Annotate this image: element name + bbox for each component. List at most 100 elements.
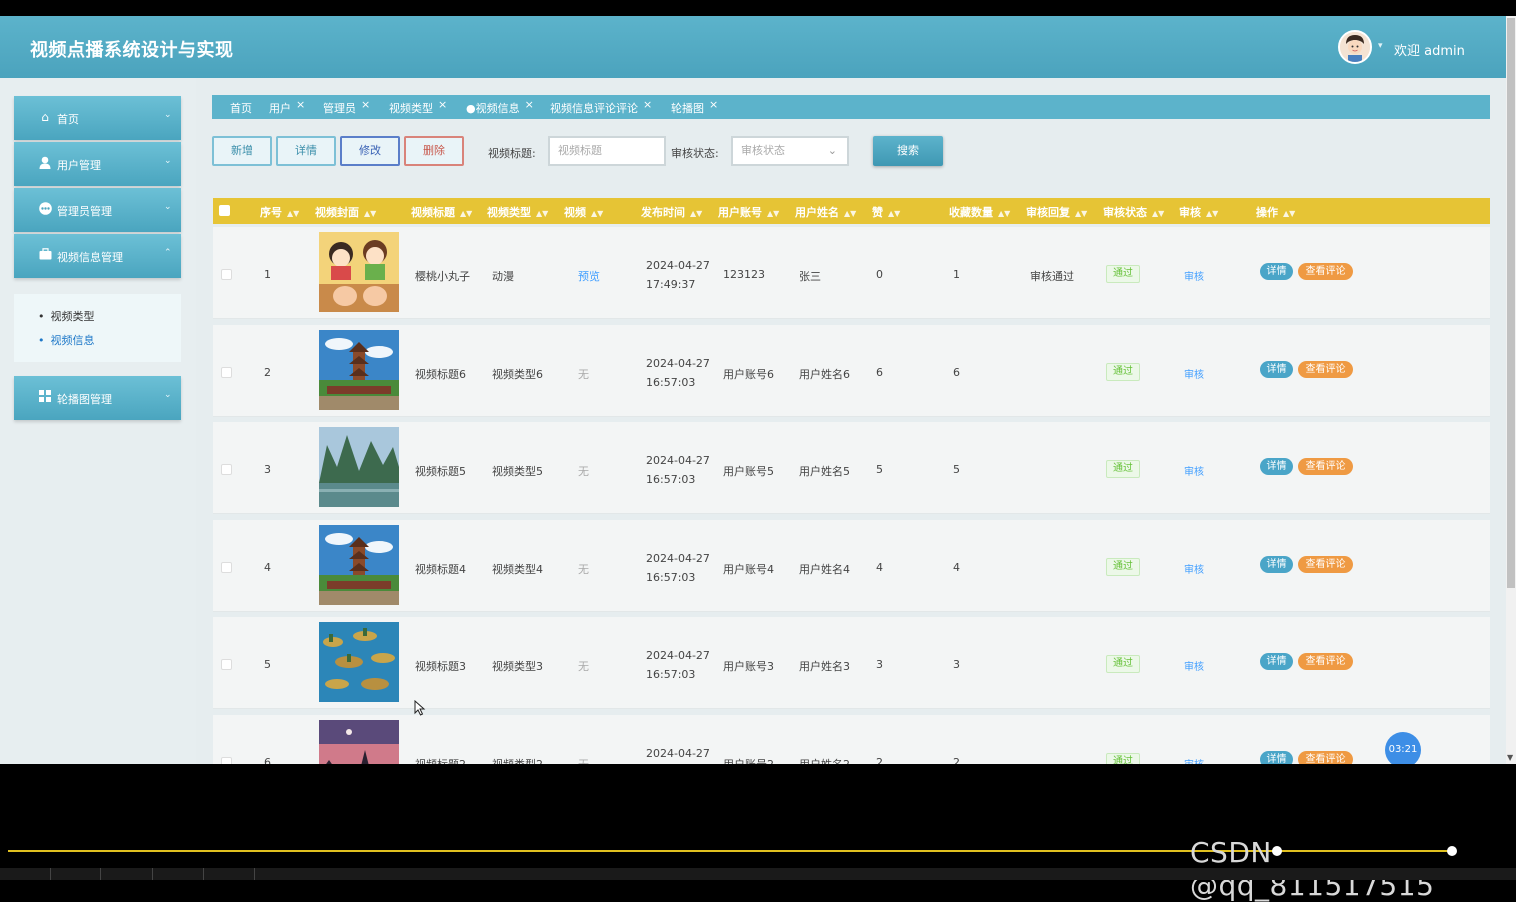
col-header[interactable]: 审核状态 ▲▼ — [1103, 204, 1164, 220]
col-header[interactable]: 视频类型 ▲▼ — [487, 204, 548, 220]
sort-icon[interactable]: ▲▼ — [1152, 209, 1164, 218]
row-detail-button[interactable]: 详情 — [1260, 751, 1293, 764]
sidebar-item-admin[interactable]: 管理员管理 ⌄ — [14, 188, 181, 232]
video-cover-image[interactable] — [319, 720, 399, 764]
sort-icon[interactable]: ▲▼ — [1283, 209, 1295, 218]
select-all-checkbox[interactable] — [219, 205, 230, 216]
close-icon[interactable]: × — [296, 98, 305, 111]
audit-link[interactable]: 审核 — [1184, 463, 1204, 478]
col-header[interactable]: 用户账号 ▲▼ — [718, 204, 779, 220]
col-header[interactable]: 操作 ▲▼ — [1256, 204, 1295, 220]
submenu-item-video-type[interactable]: 视频类型 — [38, 308, 95, 324]
scroll-down-icon[interactable]: ▼ — [1507, 753, 1513, 762]
row-detail-button[interactable]: 详情 — [1260, 458, 1293, 475]
table-row[interactable]: 1 樱桃小丸子 动漫 预览 2024-04-27 17:49:37 123123… — [213, 227, 1490, 319]
row-checkbox[interactable] — [221, 757, 232, 764]
sort-icon[interactable]: ▲▼ — [767, 209, 779, 218]
col-header[interactable]: 发布时间 ▲▼ — [641, 204, 702, 220]
scrollbar-thumb[interactable] — [1507, 18, 1515, 588]
col-header[interactable]: 视频标题 ▲▼ — [411, 204, 472, 220]
row-checkbox[interactable] — [221, 562, 232, 573]
close-icon[interactable]: × — [361, 98, 370, 111]
status-select[interactable]: 审核状态 ⌄ — [731, 136, 849, 166]
sidebar-item-home[interactable]: ⌂ 首页 ⌄ — [14, 96, 181, 140]
sort-icon[interactable]: ▲▼ — [998, 209, 1010, 218]
tab-video-info[interactable]: ●视频信息 × — [466, 98, 534, 116]
tab-user[interactable]: 用户 × — [269, 98, 305, 116]
audit-link[interactable]: 审核 — [1184, 561, 1204, 576]
sort-icon[interactable]: ▲▼ — [1075, 209, 1087, 218]
sidebar-item-video-info[interactable]: 视频信息管理 ⌃ — [14, 234, 181, 278]
audit-link[interactable]: 审核 — [1184, 366, 1204, 381]
row-checkbox[interactable] — [221, 659, 232, 670]
row-detail-button[interactable]: 详情 — [1260, 556, 1293, 573]
tab-video-type[interactable]: 视频类型 × — [389, 98, 447, 116]
audit-link[interactable]: 审核 — [1184, 268, 1204, 283]
row-detail-button[interactable]: 详情 — [1260, 263, 1293, 280]
video-cover-image[interactable] — [319, 525, 399, 605]
row-detail-button[interactable]: 详情 — [1260, 361, 1293, 378]
video-cover-image[interactable] — [319, 232, 399, 312]
sort-icon[interactable]: ▲▼ — [690, 209, 702, 218]
view-comments-button[interactable]: 查看评论 — [1298, 751, 1353, 764]
video-cover-image[interactable] — [319, 427, 399, 507]
sort-icon[interactable]: ▲▼ — [888, 209, 900, 218]
sort-icon[interactable]: ▲▼ — [287, 209, 299, 218]
row-checkbox[interactable] — [221, 367, 232, 378]
detail-button[interactable]: 详情 — [276, 136, 336, 166]
view-comments-button[interactable]: 查看评论 — [1298, 263, 1353, 280]
video-cover-image[interactable] — [319, 330, 399, 410]
col-header[interactable]: 收藏数量 ▲▼ — [949, 204, 1010, 220]
col-header[interactable]: 序号 ▲▼ — [260, 204, 299, 220]
tab-video-comment[interactable]: 视频信息评论评论 × — [550, 98, 652, 116]
row-detail-button[interactable]: 详情 — [1260, 653, 1293, 670]
table-row[interactable]: 3 视频标题5 视频类型5 无 2024-04-27 16:57:03 用户账号… — [213, 422, 1490, 514]
sidebar-item-user[interactable]: 用户管理 ⌄ — [14, 142, 181, 186]
col-header[interactable]: 审核回复 ▲▼ — [1026, 204, 1087, 220]
col-header[interactable]: 赞 ▲▼ — [872, 204, 900, 220]
col-header[interactable]: 审核 ▲▼ — [1179, 204, 1218, 220]
vertical-scrollbar[interactable]: ▼ — [1506, 16, 1516, 764]
delete-button[interactable]: 删除 — [404, 136, 464, 166]
col-header[interactable]: 视频 ▲▼ — [564, 204, 603, 220]
sort-icon[interactable]: ▲▼ — [536, 209, 548, 218]
add-button[interactable]: 新增 — [212, 136, 272, 166]
view-comments-button[interactable]: 查看评论 — [1298, 653, 1353, 670]
close-icon[interactable]: × — [643, 98, 652, 111]
table-row[interactable]: 5 视频标题3 视频类型3 无 2024-04-27 16:57:03 用户账号… — [213, 617, 1490, 709]
tab-carousel[interactable]: 轮播图 × — [671, 98, 718, 116]
submenu-item-video-info[interactable]: 视频信息 — [38, 332, 95, 348]
edit-button[interactable]: 修改 — [340, 136, 400, 166]
tab-admin[interactable]: 管理员 × — [323, 98, 370, 116]
sort-icon[interactable]: ▲▼ — [844, 209, 856, 218]
user-avatar[interactable] — [1338, 30, 1372, 64]
search-button[interactable]: 搜索 — [873, 136, 943, 166]
video-preview-link[interactable]: 预览 — [578, 268, 600, 284]
table-row[interactable]: 4 视频标题4 视频类型4 无 2024-04-27 16:57:03 用户账号… — [213, 520, 1490, 612]
row-checkbox[interactable] — [221, 269, 232, 280]
close-icon[interactable]: × — [709, 98, 718, 111]
floating-timer[interactable]: 03:21 — [1385, 732, 1421, 764]
sort-icon[interactable]: ▲▼ — [460, 209, 472, 218]
table-row[interactable]: 6 视频标题2 视频类型2 无 2024-04-27 用户账号2 用户姓名2 2… — [213, 715, 1490, 764]
col-header[interactable]: 视频封面 ▲▼ — [315, 204, 376, 220]
welcome-text[interactable]: 欢迎 admin — [1394, 40, 1465, 59]
sort-icon[interactable]: ▲▼ — [591, 209, 603, 218]
video-cover-image[interactable] — [319, 622, 399, 702]
chevron-down-icon[interactable]: ▾ — [1378, 41, 1383, 51]
title-search-input[interactable]: 视频标题 — [548, 136, 666, 166]
col-header[interactable]: 用户姓名 ▲▼ — [795, 204, 856, 220]
view-comments-button[interactable]: 查看评论 — [1298, 361, 1353, 378]
sort-icon[interactable]: ▲▼ — [364, 209, 376, 218]
tab-home[interactable]: 首页 — [230, 100, 252, 116]
row-checkbox[interactable] — [221, 464, 232, 475]
audit-link[interactable]: 审核 — [1184, 658, 1204, 673]
sort-icon[interactable]: ▲▼ — [1206, 209, 1218, 218]
view-comments-button[interactable]: 查看评论 — [1298, 458, 1353, 475]
sidebar-item-carousel[interactable]: 轮播图管理 ⌄ — [14, 376, 181, 420]
audit-link[interactable]: 审核 — [1184, 756, 1204, 764]
close-icon[interactable]: × — [525, 98, 534, 111]
view-comments-button[interactable]: 查看评论 — [1298, 556, 1353, 573]
table-row[interactable]: 2 视频标题6 视频类型6 无 2024-04-27 16:57:03 用户账号… — [213, 325, 1490, 417]
close-icon[interactable]: × — [438, 98, 447, 111]
